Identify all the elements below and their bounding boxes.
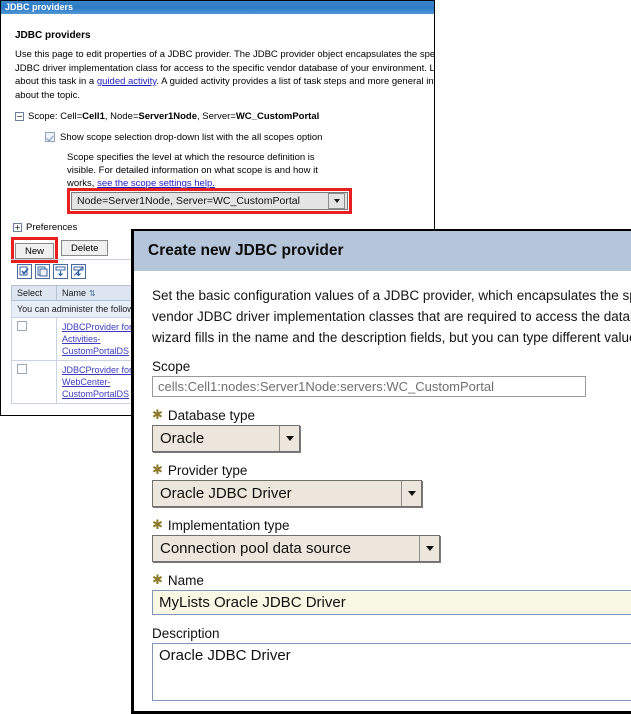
scope-help-line-1: Scope specifies the level at which the r… — [67, 152, 315, 163]
chevron-down-icon — [407, 491, 416, 496]
provider-type-select[interactable]: Oracle JDBC Driver — [152, 480, 422, 507]
scope-dropdown-value: Node=Server1Node, Server=WC_CustomPortal — [77, 195, 300, 207]
implementation-type-field-label: ✱ Implementation type — [152, 518, 631, 533]
new-button[interactable]: New — [15, 243, 55, 259]
table-header-name-label: Name — [62, 288, 87, 298]
page-description: Use this page to edit properties of a JD… — [15, 48, 435, 102]
scope-section-header: − Scope: Cell=Cell1, Node=Server1Node, Se… — [15, 111, 426, 122]
chevron-down-icon — [333, 199, 340, 203]
description-field-label: Description — [152, 626, 220, 641]
page-description-line-3: about this task in a guided activity. A … — [15, 75, 434, 89]
scope-help-text: Scope specifies the level at which the r… — [67, 151, 327, 190]
table-header-select: Select — [11, 285, 57, 301]
create-jdbc-provider-dialog: Create new JDBC provider Set the basic c… — [131, 229, 631, 714]
implementation-type-select[interactable]: Connection pool data source — [152, 535, 440, 562]
database-type-label-text: Database type — [167, 408, 255, 423]
provider-type-label-text: Provider type — [167, 463, 248, 478]
implementation-type-label-text: Implementation type — [167, 518, 290, 533]
scope-field-group: Scope cells:Cell1:nodes:Server1Node:serv… — [152, 359, 631, 397]
show-scope-selection-checkbox[interactable] — [45, 132, 55, 142]
dialog-intro-line-1: Set the basic configuration values of a … — [152, 288, 631, 303]
name-input[interactable]: MyLists Oracle JDBC Driver — [152, 590, 631, 615]
dialog-intro-line-3: wizard fills in the name and the descrip… — [152, 330, 631, 345]
database-type-select[interactable]: Oracle — [152, 425, 300, 452]
preferences-expand-toggle-icon[interactable]: + — [13, 222, 22, 232]
required-asterisk-icon: ✱ — [152, 572, 163, 588]
page-title: JDBC providers — [15, 30, 91, 41]
show-filter-rows-icon[interactable] — [53, 264, 68, 279]
preferences-label: Preferences — [26, 222, 78, 233]
dialog-intro-line-2: vendor JDBC driver implementation classe… — [152, 309, 631, 324]
implementation-type-value: Connection pool data source — [160, 540, 351, 557]
provider-type-value: Oracle JDBC Driver — [160, 485, 292, 502]
console-body: JDBC providers Use this page to edit pro… — [1, 14, 434, 190]
page-description-line-3-text: about this task in a — [15, 76, 97, 87]
database-type-arrow-button[interactable] — [279, 426, 299, 451]
provider-type-field-group: ✱ Provider type Oracle JDBC Driver — [152, 463, 631, 507]
sort-toggle-icon[interactable]: ⇅ — [89, 289, 96, 298]
scope-prefix-label: Scope: Cell= — [28, 111, 83, 122]
chevron-down-icon — [425, 546, 434, 551]
page-description-line-2: JDBC driver implementation class for acc… — [15, 62, 435, 74]
scope-field-label: Scope — [152, 359, 191, 374]
scope-server-value: WC_CustomPortal — [235, 111, 320, 122]
name-field-group: ✱ Name MyLists Oracle JDBC Driver — [152, 573, 631, 615]
required-asterisk-icon: ✱ — [152, 462, 163, 478]
delete-button[interactable]: Delete — [61, 240, 109, 256]
description-textarea[interactable]: Oracle JDBC Driver — [152, 643, 631, 701]
scope-dropdown-highlight: Node=Server1Node, Server=WC_CustomPortal — [67, 188, 352, 214]
scope-dropdown[interactable]: Node=Server1Node, Server=WC_CustomPortal — [71, 192, 348, 210]
page-description-line-1: Use this page to edit properties of a JD… — [15, 49, 435, 60]
name-field-label: ✱ Name — [152, 573, 631, 588]
table-action-toolbar[interactable] — [17, 264, 86, 279]
row-select-cell[interactable] — [11, 360, 57, 404]
hide-filter-rows-icon[interactable] — [71, 264, 86, 279]
scope-node-value: Server1Node — [138, 111, 198, 122]
name-label-text: Name — [167, 573, 204, 588]
page-description-line-3-tail: . A guided activity provides a list of t… — [156, 76, 434, 87]
scope-collapse-toggle-icon[interactable]: − — [15, 111, 24, 121]
chevron-down-icon — [285, 436, 294, 441]
provider-type-field-label: ✱ Provider type — [152, 463, 631, 478]
scope-dropdown-red-outline: Node=Server1Node, Server=WC_CustomPortal — [67, 188, 352, 214]
scope-node-label: , Node= — [104, 111, 139, 122]
dialog-intro-text: Set the basic configuration values of a … — [152, 285, 631, 348]
scope-readonly-input: cells:Cell1:nodes:Server1Node:servers:WC… — [152, 376, 586, 397]
row-checkbox[interactable] — [17, 364, 27, 374]
database-type-field-group: ✱ Database type Oracle — [152, 408, 631, 452]
select-all-icon[interactable] — [17, 264, 32, 279]
preferences-section[interactable]: + Preferences — [13, 222, 77, 233]
required-asterisk-icon: ✱ — [152, 517, 163, 533]
scope-cell-value: Cell1 — [82, 111, 105, 122]
console-titlebar: JDBC providers — [1, 1, 434, 14]
required-asterisk-icon: ✱ — [152, 407, 163, 423]
scope-server-label: , Server= — [197, 111, 236, 122]
show-scope-selection-label: Show scope selection drop-down list with… — [60, 132, 323, 143]
page-description-line-4: about the topic. — [15, 89, 80, 101]
guided-activity-link[interactable]: guided activity — [97, 76, 157, 87]
database-type-field-label: ✱ Database type — [152, 408, 631, 423]
description-field-group: Description Oracle JDBC Driver — [152, 626, 631, 701]
row-select-cell[interactable] — [11, 317, 57, 361]
implementation-type-arrow-button[interactable] — [419, 536, 439, 561]
row-checkbox[interactable] — [17, 321, 27, 331]
scope-dropdown-arrow-button[interactable] — [328, 193, 345, 209]
database-type-value: Oracle — [160, 430, 205, 447]
deselect-all-icon[interactable] — [35, 264, 50, 279]
implementation-type-field-group: ✱ Implementation type Connection pool da… — [152, 518, 631, 562]
dialog-body: Set the basic configuration values of a … — [134, 271, 631, 701]
scope-help-line-2: visible. For detailed information on wha… — [67, 165, 318, 176]
show-scope-selection-checkbox-row[interactable]: Show scope selection drop-down list with… — [45, 132, 426, 143]
dialog-title: Create new JDBC provider — [134, 231, 631, 271]
provider-type-arrow-button[interactable] — [401, 481, 421, 506]
